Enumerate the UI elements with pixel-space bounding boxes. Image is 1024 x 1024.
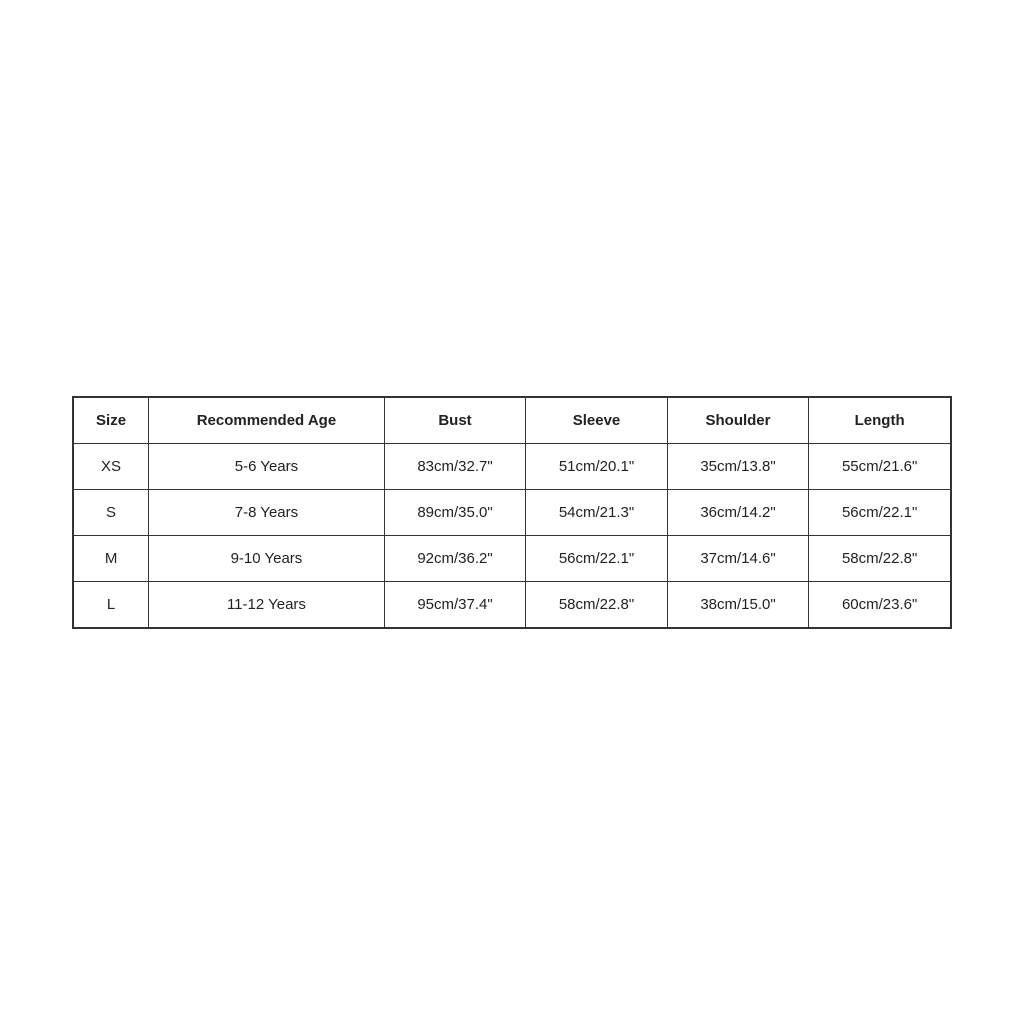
cell-bust: 92cm/36.2" bbox=[384, 535, 526, 581]
table-row: M9-10 Years92cm/36.2"56cm/22.1"37cm/14.6… bbox=[73, 535, 951, 581]
cell-shoulder: 38cm/15.0" bbox=[667, 581, 809, 628]
cell-sleeve: 58cm/22.8" bbox=[526, 581, 668, 628]
header-size: Size bbox=[73, 397, 149, 444]
cell-length: 60cm/23.6" bbox=[809, 581, 951, 628]
cell-size: XS bbox=[73, 443, 149, 489]
cell-age: 5-6 Years bbox=[149, 443, 385, 489]
header-bust: Bust bbox=[384, 397, 526, 444]
cell-length: 56cm/22.1" bbox=[809, 489, 951, 535]
size-chart-table: Size Recommended Age Bust Sleeve Shoulde… bbox=[72, 396, 952, 629]
cell-bust: 89cm/35.0" bbox=[384, 489, 526, 535]
table-row: S7-8 Years89cm/35.0"54cm/21.3"36cm/14.2"… bbox=[73, 489, 951, 535]
cell-age: 9-10 Years bbox=[149, 535, 385, 581]
cell-shoulder: 37cm/14.6" bbox=[667, 535, 809, 581]
size-chart-container: Size Recommended Age Bust Sleeve Shoulde… bbox=[72, 396, 952, 629]
cell-size: S bbox=[73, 489, 149, 535]
cell-age: 7-8 Years bbox=[149, 489, 385, 535]
cell-age: 11-12 Years bbox=[149, 581, 385, 628]
cell-length: 58cm/22.8" bbox=[809, 535, 951, 581]
table-row: XS5-6 Years83cm/32.7"51cm/20.1"35cm/13.8… bbox=[73, 443, 951, 489]
cell-sleeve: 54cm/21.3" bbox=[526, 489, 668, 535]
header-length: Length bbox=[809, 397, 951, 444]
cell-sleeve: 56cm/22.1" bbox=[526, 535, 668, 581]
table-header-row: Size Recommended Age Bust Sleeve Shoulde… bbox=[73, 397, 951, 444]
cell-bust: 83cm/32.7" bbox=[384, 443, 526, 489]
cell-size: L bbox=[73, 581, 149, 628]
table-row: L11-12 Years95cm/37.4"58cm/22.8"38cm/15.… bbox=[73, 581, 951, 628]
cell-shoulder: 35cm/13.8" bbox=[667, 443, 809, 489]
header-recommended-age: Recommended Age bbox=[149, 397, 385, 444]
cell-length: 55cm/21.6" bbox=[809, 443, 951, 489]
header-sleeve: Sleeve bbox=[526, 397, 668, 444]
cell-bust: 95cm/37.4" bbox=[384, 581, 526, 628]
cell-size: M bbox=[73, 535, 149, 581]
header-shoulder: Shoulder bbox=[667, 397, 809, 444]
cell-shoulder: 36cm/14.2" bbox=[667, 489, 809, 535]
cell-sleeve: 51cm/20.1" bbox=[526, 443, 668, 489]
